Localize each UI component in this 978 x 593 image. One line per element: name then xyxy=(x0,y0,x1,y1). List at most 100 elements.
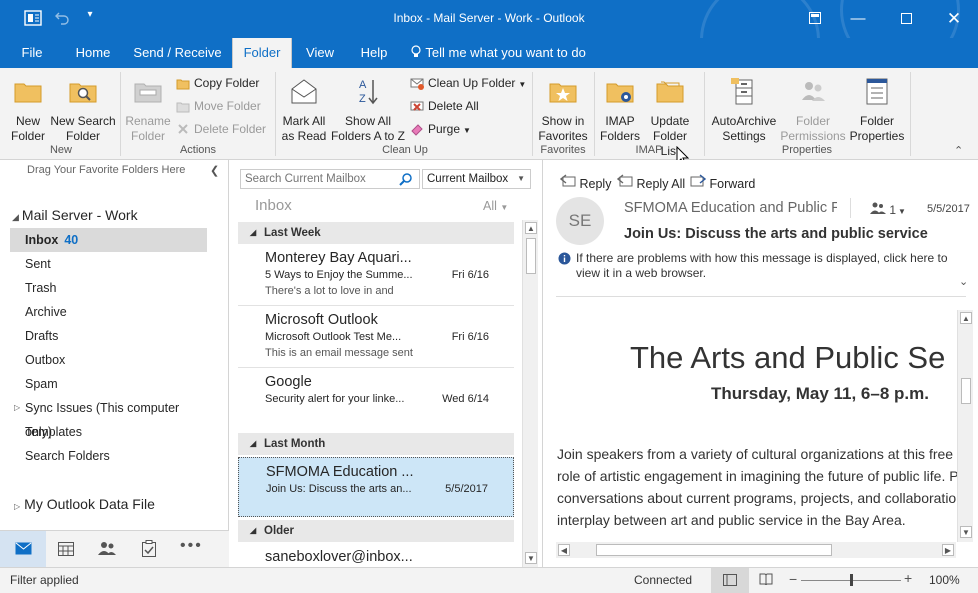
close-button[interactable]: ✕ xyxy=(934,6,974,32)
filter-dropdown[interactable]: All ▼ xyxy=(483,199,508,213)
delete-folder-button[interactable]: Delete Folder xyxy=(176,119,266,139)
message-sender: SFMOMA Education ... xyxy=(266,464,414,480)
people-count-button[interactable]: 1 ▼ xyxy=(870,202,906,217)
message-item[interactable]: Microsoft Outlook Microsoft Outlook Test… xyxy=(238,306,514,368)
new-folder-button[interactable]: New Folder xyxy=(6,76,50,144)
search-input[interactable] xyxy=(245,172,385,186)
zoom-slider-thumb[interactable] xyxy=(850,574,853,586)
scroll-right-arrow-icon[interactable]: ▶ xyxy=(942,544,954,556)
purge-button[interactable]: Purge ▼ xyxy=(410,119,471,139)
new-search-folder-label: New Search Folder xyxy=(50,114,116,143)
filter-value: All xyxy=(483,199,497,213)
zoom-out-button[interactable]: − xyxy=(789,571,797,587)
delete-all-button[interactable]: Delete All xyxy=(410,96,479,116)
scroll-up-arrow-icon[interactable]: ▲ xyxy=(960,312,972,324)
message-list-scrollbar[interactable]: ▲ ▼ xyxy=(522,220,538,567)
message-item[interactable]: saneboxlover@inbox... xyxy=(238,543,514,567)
tell-me-box[interactable]: Tell me what you want to do xyxy=(410,38,590,68)
tab-file[interactable]: File xyxy=(10,38,54,68)
search-icon[interactable] xyxy=(399,172,413,189)
new-search-folder-button[interactable]: New Search Folder xyxy=(50,76,116,144)
body-vertical-scrollbar[interactable]: ▲ ▼ xyxy=(957,310,973,542)
rename-folder-button[interactable]: Rename Folder xyxy=(124,76,172,144)
zoom-in-button[interactable]: + xyxy=(904,570,912,586)
tasks-icon[interactable] xyxy=(142,540,156,560)
people-icon[interactable] xyxy=(98,541,116,559)
folder-templates[interactable]: Templates xyxy=(10,420,207,444)
display-problem-link[interactable]: If there are problems with how this mess… xyxy=(576,251,954,281)
move-folder-button[interactable]: Move Folder xyxy=(176,96,261,116)
account-outlook-data-file[interactable]: ▷ My Outlook Data File xyxy=(14,496,155,512)
folder-properties-button[interactable]: Folder Properties xyxy=(848,76,906,144)
folder-archive[interactable]: Archive xyxy=(10,300,207,324)
more-options-icon[interactable]: ••• xyxy=(180,537,203,555)
show-in-favorites-button[interactable]: Show in Favorites xyxy=(536,76,590,144)
folder-inbox[interactable]: Inbox 40 xyxy=(10,228,207,252)
folder-label: Templates xyxy=(25,425,82,439)
reply-all-button[interactable]: Reply All xyxy=(616,174,685,191)
folder-pane: Drag Your Favorite Folders Here ❮ ◢ Mail … xyxy=(0,160,229,567)
message-item[interactable]: Google Security alert for your linke... … xyxy=(238,368,514,426)
reading-view-icon[interactable] xyxy=(759,573,773,588)
copy-folder-button[interactable]: Copy Folder xyxy=(176,73,259,93)
expand-header-icon[interactable]: ⌄ xyxy=(959,275,968,288)
calendar-icon[interactable] xyxy=(58,542,74,559)
sender-name[interactable]: SFMOMA Education and Public F xyxy=(624,200,837,216)
folder-sync-issues[interactable]: ▷ Sync Issues (This computer only) xyxy=(10,396,207,439)
scroll-left-arrow-icon[interactable]: ◀ xyxy=(558,544,570,556)
scroll-down-arrow-icon[interactable]: ▼ xyxy=(525,552,537,564)
group-header-older[interactable]: ◢ Older xyxy=(238,520,514,542)
folder-trash[interactable]: Trash xyxy=(10,276,207,300)
imap-folders-button[interactable]: IMAP Folders xyxy=(598,76,642,144)
ribbon-display-options-icon[interactable] xyxy=(795,6,835,32)
scroll-thumb[interactable] xyxy=(526,238,536,274)
zoom-level[interactable]: 100% xyxy=(929,573,960,587)
tab-folder[interactable]: Folder xyxy=(232,38,292,68)
clean-up-folder-button[interactable]: Clean Up Folder ▼ xyxy=(410,73,526,93)
forward-button[interactable]: Forward xyxy=(690,174,755,191)
scroll-up-arrow-icon[interactable]: ▲ xyxy=(525,222,537,234)
collapse-triangle-icon: ◢ xyxy=(250,228,257,237)
collapse-ribbon-icon[interactable]: ⌃ xyxy=(954,144,963,157)
folder-permissions-button[interactable]: Folder Permissions xyxy=(780,76,846,144)
tab-send-receive[interactable]: Send / Receive xyxy=(130,38,225,68)
scroll-down-arrow-icon[interactable]: ▼ xyxy=(960,526,972,538)
tab-view[interactable]: View xyxy=(300,38,340,68)
account-mail-server-work[interactable]: ◢ Mail Server - Work xyxy=(12,207,138,223)
folder-outbox[interactable]: Outbox xyxy=(10,348,207,372)
tab-help[interactable]: Help xyxy=(352,38,396,68)
tab-home[interactable]: Home xyxy=(66,38,120,68)
group-header-last-week[interactable]: ◢ Last Week xyxy=(238,222,514,244)
message-item-selected[interactable]: SFMOMA Education ... Join Us: Discuss th… xyxy=(238,457,514,517)
reply-button[interactable]: Reply xyxy=(559,174,611,191)
group-separator xyxy=(594,72,595,156)
search-scope-value: Current Mailbox xyxy=(427,173,509,185)
scroll-thumb[interactable] xyxy=(961,378,971,404)
search-scope-dropdown[interactable]: Current Mailbox ▼ xyxy=(422,169,531,189)
account-name: Mail Server - Work xyxy=(21,207,138,223)
folder-search-folders[interactable]: Search Folders xyxy=(10,444,207,468)
group-label: Older xyxy=(264,525,295,537)
minimize-button[interactable]: — xyxy=(838,6,878,32)
nav-mail-button[interactable] xyxy=(0,531,46,567)
show-all-folders-button[interactable]: AZ Show All Folders A to Z xyxy=(329,76,407,144)
group-separator xyxy=(910,72,911,156)
folder-drafts[interactable]: Drafts xyxy=(10,324,207,348)
search-box[interactable] xyxy=(240,169,420,189)
folder-spam[interactable]: Spam xyxy=(10,372,207,396)
avatar[interactable]: SE xyxy=(556,197,604,245)
body-horizontal-scrollbar[interactable]: ◀ ▶ xyxy=(556,542,956,558)
mark-all-as-read-button[interactable]: Mark All as Read xyxy=(280,76,328,144)
menu-tabs: File Home Send / Receive Folder View Hel… xyxy=(0,38,978,68)
folder-sent[interactable]: Sent xyxy=(10,252,207,276)
expand-triangle-icon[interactable]: ▷ xyxy=(14,396,20,420)
message-item[interactable]: Monterey Bay Aquari... 5 Ways to Enjoy t… xyxy=(238,244,514,306)
maximize-button[interactable] xyxy=(886,6,926,32)
autoarchive-settings-button[interactable]: AutoArchive Settings xyxy=(708,76,780,144)
rename-folder-icon xyxy=(124,76,172,110)
group-header-last-month[interactable]: ◢ Last Month xyxy=(238,433,514,455)
collapse-pane-icon[interactable]: ❮ xyxy=(210,164,219,177)
normal-view-button[interactable] xyxy=(711,568,749,593)
scroll-thumb[interactable] xyxy=(596,544,832,556)
show-all-folders-label: Show All Folders A to Z xyxy=(330,114,406,143)
